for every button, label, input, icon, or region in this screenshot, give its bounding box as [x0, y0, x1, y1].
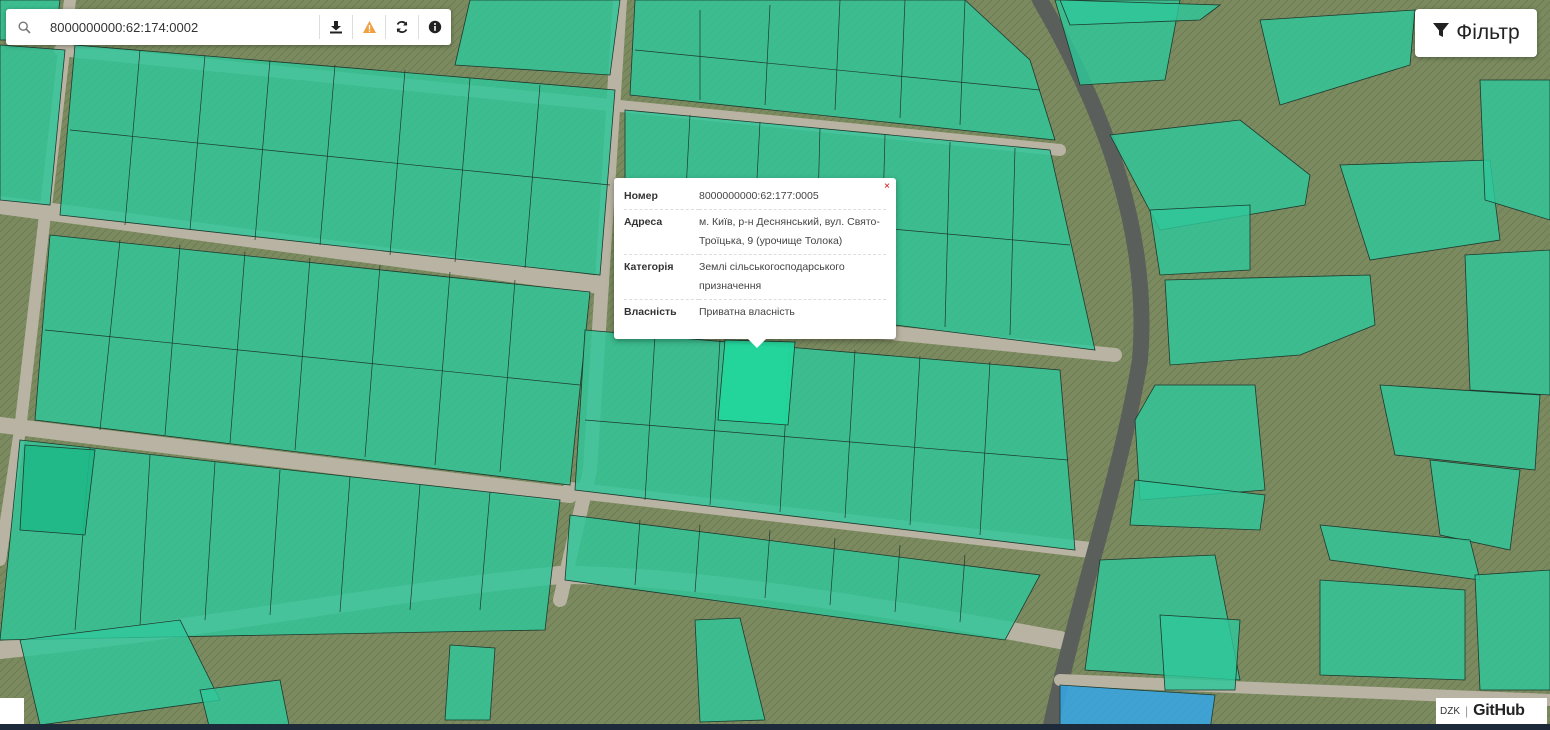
funnel-icon: [1432, 21, 1450, 45]
download-icon[interactable]: [319, 15, 352, 39]
row-value: 8000000000:62:177:0005: [699, 184, 886, 210]
github-link[interactable]: GitHub: [1473, 702, 1525, 720]
parcel-dark[interactable]: [19, 444, 96, 536]
close-icon[interactable]: ×: [884, 181, 890, 192]
taskbar-strip: [0, 724, 1550, 730]
row-key: Категорія: [624, 254, 699, 300]
table-row: Категорія Землі сільськогосподарського п…: [624, 254, 886, 300]
row-value: Приватна власність: [699, 306, 795, 318]
filter-button[interactable]: Фільтр: [1415, 9, 1537, 57]
separator: |: [1465, 704, 1469, 718]
search-icon[interactable]: [6, 9, 42, 45]
row-value: м. Київ, р-н Деснянський, вул. Свято-Тро…: [699, 209, 886, 255]
row-value: Землі сільськогосподарського призначення: [699, 254, 886, 300]
refresh-icon[interactable]: [385, 15, 418, 39]
row-key: Номер: [624, 184, 699, 210]
row-key: Власність: [624, 306, 677, 318]
selected-parcel[interactable]: [717, 339, 796, 426]
warning-icon[interactable]: [352, 15, 385, 39]
map-canvas[interactable]: [0, 0, 1550, 730]
dzk-link[interactable]: DZK: [1440, 706, 1460, 717]
table-row: Номер 8000000000:62:177:0005: [624, 184, 886, 210]
attribution: DZK | GitHub: [1436, 698, 1547, 724]
cadastral-map[interactable]: [0, 0, 1550, 730]
search-bar: [6, 9, 451, 45]
parcel-info-table: Номер 8000000000:62:177:0005 Адреса м. К…: [624, 184, 886, 325]
search-input[interactable]: [42, 10, 307, 44]
table-row: Власність Приватна власність: [624, 300, 886, 326]
corner-panel: [0, 698, 24, 724]
toolbar: [319, 15, 451, 39]
parcel-info-popup: × Номер 8000000000:62:177:0005 Адреса м.…: [614, 178, 896, 348]
table-row: Адреса м. Київ, р-н Деснянський, вул. Св…: [624, 209, 886, 255]
row-key: Адреса: [624, 209, 699, 255]
info-icon[interactable]: [418, 15, 451, 39]
filter-label: Фільтр: [1456, 21, 1520, 44]
